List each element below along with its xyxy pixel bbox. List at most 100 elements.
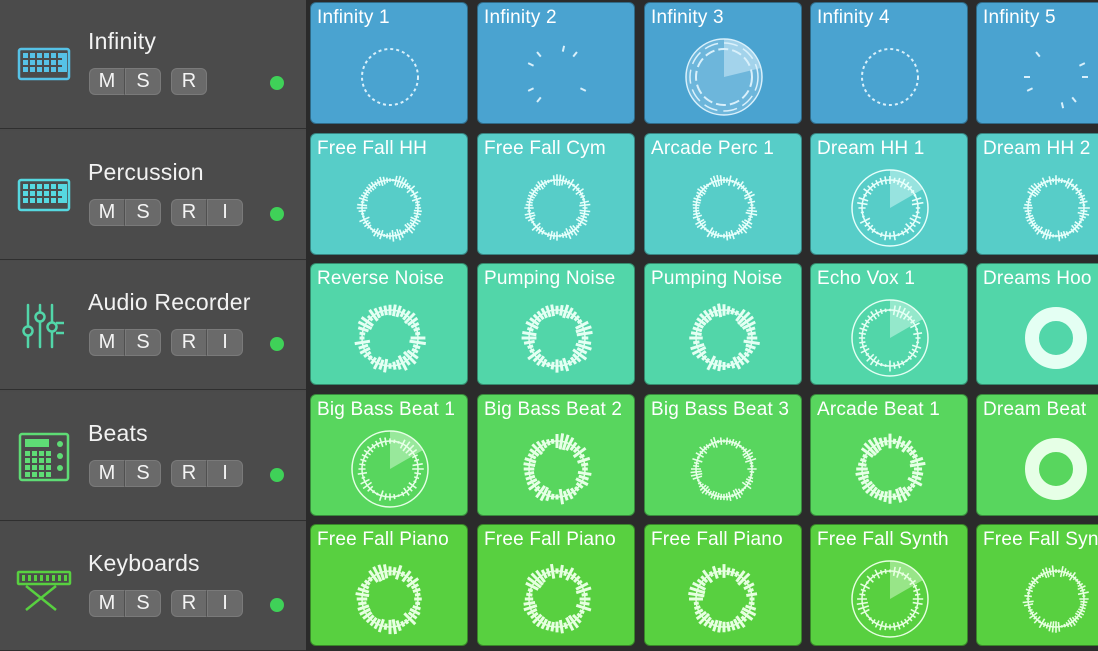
cell-label: Free Fall Piano xyxy=(317,529,449,551)
button-group: RI xyxy=(171,199,243,226)
record-arm-button[interactable]: R xyxy=(171,460,207,487)
track-header-3[interactable]: BeatsMSRI xyxy=(0,392,306,521)
record-arm-button[interactable]: R xyxy=(171,590,207,617)
live-loop-cell[interactable]: Free Fall HH xyxy=(310,133,468,255)
audio-recorder-icon xyxy=(16,301,72,351)
track-buttons: MSR xyxy=(89,68,217,95)
solo-button[interactable]: S xyxy=(125,329,161,356)
live-loop-cell[interactable]: Arcade Beat 1 xyxy=(810,394,968,516)
cell-label: Dream HH 2 xyxy=(983,138,1091,160)
button-group: RI xyxy=(171,329,243,356)
live-loop-cell[interactable]: Arcade Perc 1 xyxy=(644,133,802,255)
record-arm-button[interactable]: R xyxy=(171,68,207,95)
waveform-icon xyxy=(684,557,764,641)
track-headers: InfinityMSRPercussionMSRIAudio RecorderM… xyxy=(0,0,306,640)
live-loop-cell[interactable]: Infinity 4 xyxy=(810,2,968,124)
track-status-led xyxy=(270,337,284,351)
solo-button[interactable]: S xyxy=(125,460,161,487)
beat-machine-icon xyxy=(16,432,72,482)
record-arm-button[interactable]: R xyxy=(171,199,207,226)
track-status-led xyxy=(270,76,284,90)
cell-label: Dream HH 1 xyxy=(817,138,925,160)
cell-label: Pumping Noise xyxy=(484,268,615,290)
track-header-4[interactable]: KeyboardsMSRI xyxy=(0,522,306,651)
solo-button[interactable]: S xyxy=(125,68,161,95)
mute-button[interactable]: M xyxy=(89,329,125,356)
waveform-icon xyxy=(350,35,430,119)
solo-button[interactable]: S xyxy=(125,199,161,226)
live-loop-cell[interactable]: Dreams Hoo xyxy=(976,263,1098,385)
cell-label: Echo Vox 1 xyxy=(817,268,915,290)
waveform-icon xyxy=(850,427,930,511)
drum-machine-icon xyxy=(16,40,72,90)
record-arm-button[interactable]: R xyxy=(171,329,207,356)
live-loop-cell[interactable]: Pumping Noise xyxy=(477,263,635,385)
waveform-icon xyxy=(1016,557,1096,641)
cell-label: Big Bass Beat 2 xyxy=(484,399,622,421)
drum-machine-icon xyxy=(16,171,72,221)
track-status-led xyxy=(270,468,284,482)
live-loop-cell[interactable]: Free Fall Synth xyxy=(810,524,968,646)
mute-button[interactable]: M xyxy=(89,199,125,226)
button-group: R xyxy=(171,68,207,95)
cell-label: Reverse Noise xyxy=(317,268,444,290)
cell-label: Dream Beat xyxy=(983,399,1086,421)
live-loop-cell[interactable]: Free Fall Piano xyxy=(644,524,802,646)
live-loop-cell[interactable]: Free Fall Syn xyxy=(976,524,1098,646)
waveform-icon xyxy=(517,35,597,119)
solo-button[interactable]: S xyxy=(125,590,161,617)
input-monitor-button[interactable]: I xyxy=(207,329,243,356)
cell-label: Big Bass Beat 1 xyxy=(317,399,455,421)
live-loop-cell[interactable]: Free Fall Cym xyxy=(477,133,635,255)
mute-button[interactable]: M xyxy=(89,68,125,95)
live-loop-cell[interactable]: Infinity 1 xyxy=(310,2,468,124)
waveform-icon xyxy=(350,166,430,250)
live-loop-cell[interactable]: Free Fall Piano xyxy=(310,524,468,646)
input-monitor-button[interactable]: I xyxy=(207,590,243,617)
cell-label: Arcade Beat 1 xyxy=(817,399,940,421)
live-loop-cell[interactable]: Infinity 5 xyxy=(976,2,1098,124)
input-monitor-button[interactable]: I xyxy=(207,460,243,487)
waveform-icon xyxy=(684,166,764,250)
live-loop-cell[interactable]: Big Bass Beat 2 xyxy=(477,394,635,516)
live-loop-cell[interactable]: Pumping Noise xyxy=(644,263,802,385)
cell-label: Infinity 5 xyxy=(983,7,1056,29)
live-loop-cell[interactable]: Dream Beat xyxy=(976,394,1098,516)
live-loop-cell[interactable]: Infinity 3 xyxy=(644,2,802,124)
cell-label: Free Fall Piano xyxy=(651,529,783,551)
cell-label: Pumping Noise xyxy=(651,268,782,290)
track-name: Beats xyxy=(88,420,148,447)
live-loop-cell[interactable]: Big Bass Beat 1 xyxy=(310,394,468,516)
live-loop-cell[interactable]: Reverse Noise xyxy=(310,263,468,385)
mute-button[interactable]: M xyxy=(89,460,125,487)
live-loop-cell[interactable]: Big Bass Beat 3 xyxy=(644,394,802,516)
waveform-icon xyxy=(1016,427,1096,511)
button-group: RI xyxy=(171,590,243,617)
input-monitor-button[interactable]: I xyxy=(207,199,243,226)
button-group: MS xyxy=(89,460,161,487)
track-status-led xyxy=(270,207,284,221)
track-name: Keyboards xyxy=(88,550,200,577)
live-loop-cell[interactable]: Infinity 2 xyxy=(477,2,635,124)
track-header-2[interactable]: Audio RecorderMSRI xyxy=(0,261,306,390)
track-header-1[interactable]: PercussionMSRI xyxy=(0,131,306,260)
cell-label: Infinity 1 xyxy=(317,7,390,29)
waveform-icon xyxy=(350,427,430,511)
mute-button[interactable]: M xyxy=(89,590,125,617)
live-loop-cell[interactable]: Echo Vox 1 xyxy=(810,263,968,385)
waveform-icon xyxy=(684,296,764,380)
live-loop-cell[interactable]: Dream HH 2 xyxy=(976,133,1098,255)
track-name: Infinity xyxy=(88,28,156,55)
cell-label: Arcade Perc 1 xyxy=(651,138,774,160)
waveform-icon xyxy=(684,35,764,119)
cell-label: Free Fall Cym xyxy=(484,138,606,160)
live-loop-cell[interactable]: Dream HH 1 xyxy=(810,133,968,255)
waveform-icon xyxy=(850,166,930,250)
waveform-icon xyxy=(350,296,430,380)
waveform-icon xyxy=(850,557,930,641)
cell-label: Free Fall Synth xyxy=(817,529,949,551)
track-status-led xyxy=(270,598,284,612)
live-loop-cell[interactable]: Free Fall Piano xyxy=(477,524,635,646)
track-header-0[interactable]: Infinity MSR xyxy=(0,0,306,129)
waveform-icon xyxy=(1016,35,1096,119)
